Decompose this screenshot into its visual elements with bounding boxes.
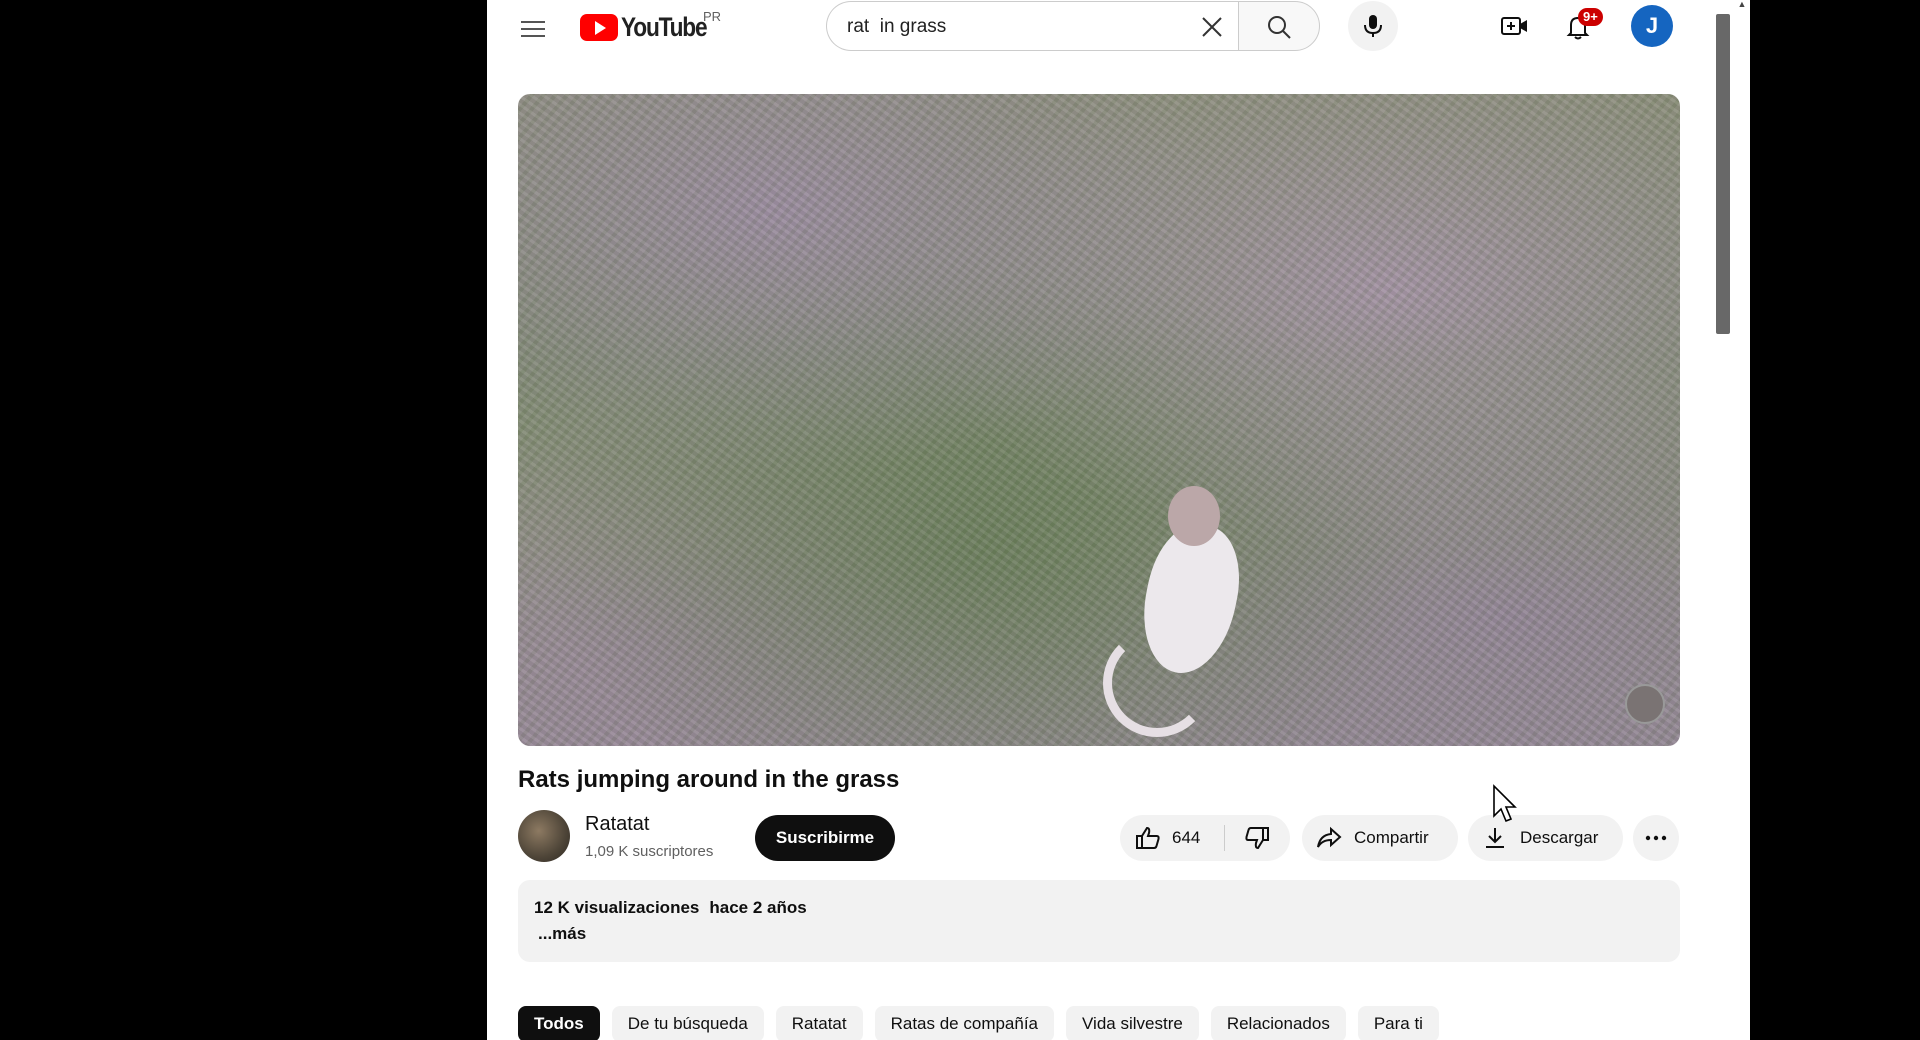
share-label: Compartir (1354, 828, 1429, 847)
related-filter-chips: Todos De tu búsqueda Ratatat Ratas de co… (518, 1006, 1439, 1040)
channel-avatar[interactable] (518, 810, 570, 862)
download-icon (1486, 828, 1504, 848)
menu-icon[interactable] (521, 16, 547, 37)
thumbs-up-icon (1136, 826, 1160, 849)
description-box[interactable]: 12 K visualizaciones hace 2 años ...más (518, 880, 1680, 962)
youtube-watch-page: YouTube PR rat in grass 9+ J Rats jumpin… (487, 0, 1734, 1040)
channel-watermark[interactable] (1625, 684, 1665, 724)
thumbs-down-icon (1245, 827, 1269, 850)
youtube-logo[interactable]: YouTube (580, 12, 723, 42)
subscribe-button[interactable]: Suscribirme (755, 815, 895, 861)
rat-head (1168, 486, 1220, 546)
mouse-cursor-icon (1493, 784, 1517, 823)
subscriber-count: 1,09 K suscriptores (585, 843, 714, 860)
clear-search-icon[interactable] (1199, 14, 1225, 40)
share-button[interactable]: Compartir (1302, 815, 1458, 861)
notification-badge: 9+ (1578, 8, 1603, 26)
create-video-icon[interactable] (1501, 14, 1529, 38)
country-code: PR (703, 9, 722, 24)
chip-todos[interactable]: Todos (518, 1006, 600, 1040)
search-button[interactable] (1238, 1, 1320, 51)
chip-relacionados[interactable]: Relacionados (1210, 1006, 1346, 1040)
scrollbar-thumb[interactable] (1716, 14, 1730, 334)
channel-name[interactable]: Ratatat (585, 813, 649, 836)
like-button[interactable]: 644 (1120, 815, 1224, 861)
search-input[interactable]: rat in grass (826, 1, 1238, 51)
search-icon (1268, 16, 1291, 39)
video-player[interactable] (518, 94, 1680, 746)
youtube-play-icon (580, 13, 618, 41)
chip-de-tu-busqueda[interactable]: De tu búsqueda (611, 1006, 764, 1040)
download-label: Descargar (1520, 828, 1599, 847)
account-avatar[interactable]: J (1631, 5, 1673, 47)
chip-ratatat[interactable]: Ratatat (775, 1006, 863, 1040)
show-more-link[interactable]: ...más (538, 924, 586, 944)
scroll-up-arrow-icon[interactable]: ▲ (1737, 0, 1747, 9)
like-dislike-group: 644 (1120, 815, 1290, 861)
publish-date: hace 2 años (709, 898, 807, 917)
description-meta: 12 K visualizaciones hace 2 años (534, 898, 817, 918)
view-count: 12 K visualizaciones (534, 898, 700, 917)
scrollbar-track[interactable] (1734, 0, 1750, 1040)
chip-vida-silvestre[interactable]: Vida silvestre (1066, 1006, 1199, 1040)
chip-para-ti[interactable]: Para ti (1357, 1006, 1439, 1040)
chip-ratas-de-compania[interactable]: Ratas de compañía (874, 1006, 1055, 1040)
more-actions-button[interactable] (1633, 815, 1679, 861)
dislike-button[interactable] (1225, 815, 1290, 861)
share-icon (1317, 826, 1342, 848)
microphone-icon (1364, 15, 1382, 37)
logo-text: YouTube (621, 11, 708, 42)
like-count: 644 (1172, 828, 1201, 847)
video-title: Rats jumping around in the grass (518, 766, 900, 793)
more-horizontal-icon (1645, 835, 1667, 841)
search-query: rat in grass (847, 16, 947, 37)
voice-search-button[interactable] (1348, 1, 1398, 51)
